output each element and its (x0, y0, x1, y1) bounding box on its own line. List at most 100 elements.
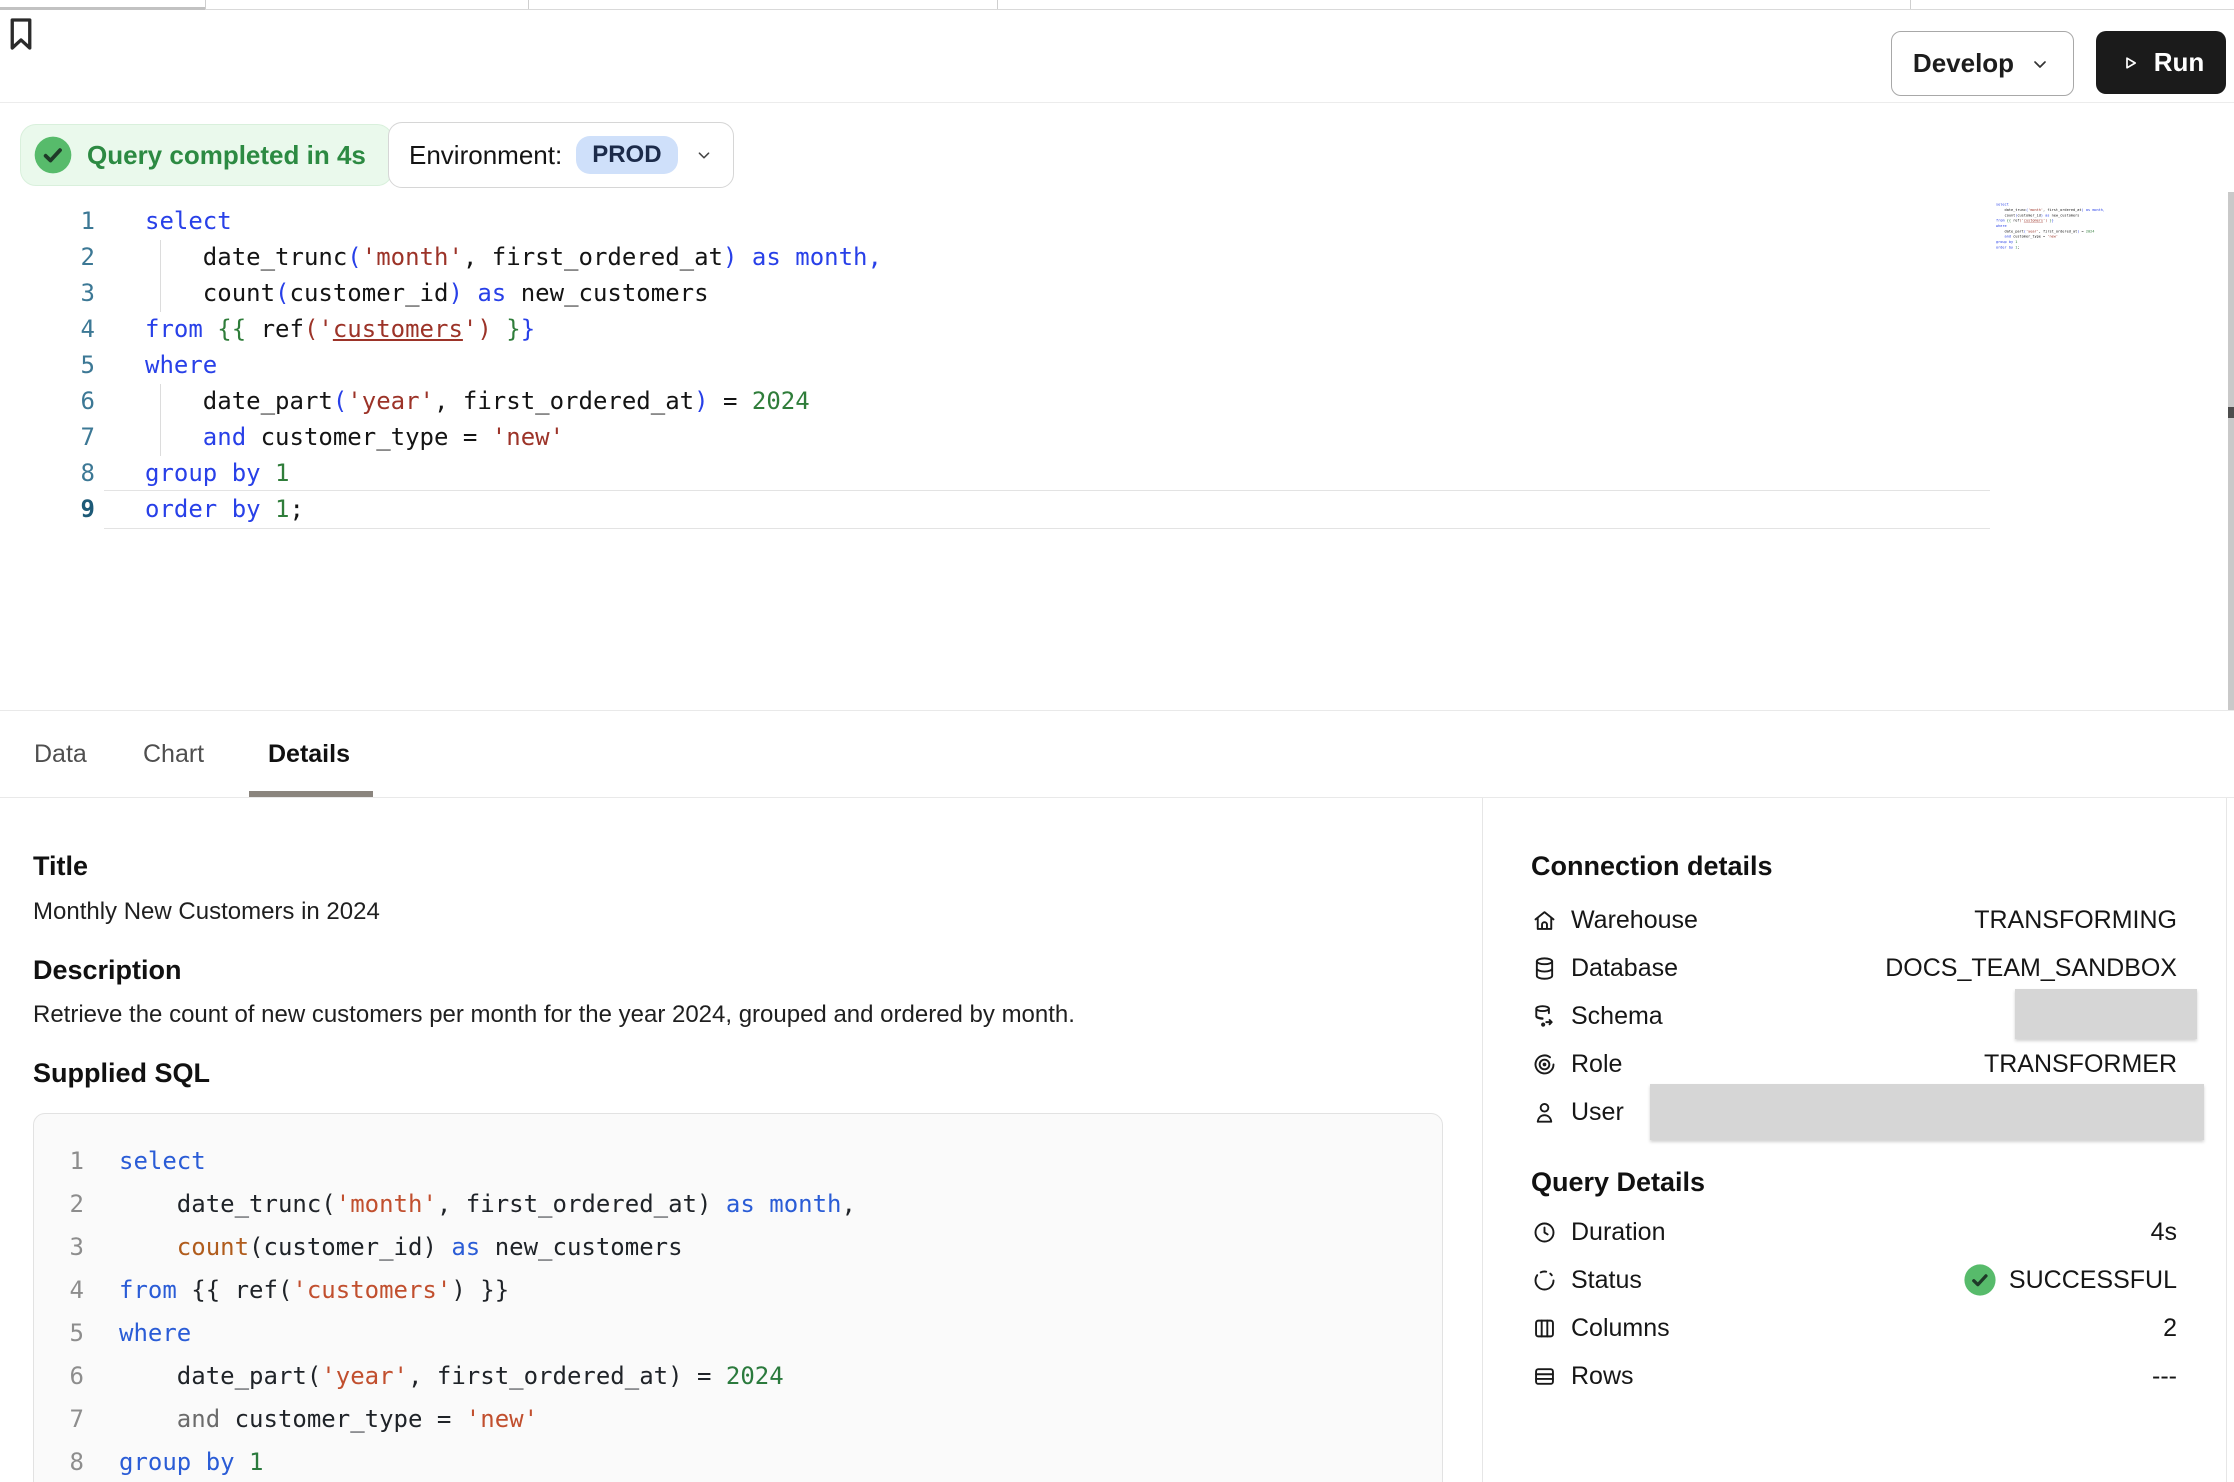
code-token: where (1996, 224, 2007, 228)
duration-icon (1531, 1219, 1558, 1246)
code-token: as month (726, 1190, 842, 1218)
environment-label: Environment: (409, 140, 562, 171)
schema-redacted-value-block (2015, 989, 2197, 1039)
user-redacted-value-block (1650, 1084, 2204, 1140)
code-token: from (119, 1276, 177, 1304)
tab-details[interactable]: Details (268, 711, 350, 797)
code-token: 1 (2015, 240, 2017, 244)
sql-editor[interactable]: 123456789 select date_trunc('month', fir… (0, 200, 2234, 710)
code-token: group by (119, 1448, 235, 1476)
code-token: 'new' (492, 423, 564, 451)
code-token: ( (347, 243, 361, 271)
code-token: 'customers' (292, 1276, 451, 1304)
connection-details-panel: Connection details WarehouseTRANSFORMING… (1482, 798, 2227, 1482)
code-token: customers (2024, 218, 2043, 222)
supplied-sql-heading: Supplied SQL (33, 1058, 210, 1089)
code-token (261, 459, 275, 487)
database-icon (1531, 955, 1558, 982)
code-token (261, 495, 275, 523)
editor-line-number: 8 (0, 455, 95, 491)
develop-dropdown-button[interactable]: Develop (1891, 31, 2074, 96)
supplied-sql-line: 8group by 1 (34, 1441, 1442, 1482)
code-token: {{ (217, 315, 246, 343)
tab-strip-divider (205, 0, 206, 9)
code-token: ; (2017, 245, 2019, 249)
code-token (119, 1233, 177, 1261)
supplied-sql-line: 4from {{ ref('customers') }} (34, 1269, 1442, 1312)
code-token: 'year' (347, 387, 434, 415)
code-token: 'month' (362, 243, 463, 271)
run-button-label: Run (2154, 47, 2205, 78)
bookmark-icon[interactable] (0, 10, 42, 58)
code-token: {{ ref( (177, 1276, 293, 1304)
query-detail-label: Rows (1571, 1362, 1634, 1391)
code-token: 2024 (2086, 229, 2095, 233)
tab-strip-divider (1910, 0, 1911, 9)
editor-scrollbar-thumb[interactable] (2228, 407, 2234, 418)
connection-row-role: Role TRANSFORMER (1531, 1040, 2177, 1088)
query-detail-value: 2 (2163, 1314, 2177, 1343)
query-detail-row-status: Status SUCCESSFUL (1531, 1256, 2177, 1304)
connection-label: Schema (1571, 1002, 1663, 1031)
query-detail-value: SUCCESSFUL (1963, 1263, 2177, 1297)
tab-data[interactable]: Data (34, 711, 87, 797)
code-token: , first_ordered_at (2043, 208, 2081, 212)
code-token (737, 243, 751, 271)
code-token: order by (1996, 245, 2013, 249)
user-icon (1531, 1099, 1558, 1126)
editor-minimap[interactable]: select date_trunc('month', first_ordered… (1996, 202, 2104, 272)
connection-value: TRANSFORMING (1974, 906, 2177, 935)
connection-label: User (1571, 1098, 1624, 1127)
code-token: , first_ordered_at) (437, 1190, 726, 1218)
code-token: date_trunc( (119, 1190, 336, 1218)
connection-details-heading: Connection details (1531, 851, 1773, 882)
query-detail-value-text: SUCCESSFUL (2009, 1266, 2177, 1295)
environment-dropdown[interactable]: Environment: PROD (388, 122, 734, 188)
connection-value-text: TRANSFORMING (1974, 906, 2177, 935)
code-token: , first_ordered_at) = (408, 1362, 726, 1390)
code-token: 'month' (2028, 208, 2043, 212)
supplied-sql-line-number: 6 (34, 1355, 84, 1398)
code-token (1996, 234, 2005, 238)
code-token (203, 315, 217, 343)
environment-value-badge: PROD (576, 136, 677, 174)
schema-icon (1531, 1003, 1558, 1030)
editor-line-number: 4 (0, 311, 95, 347)
code-token: as (451, 1233, 480, 1261)
code-token: 'year' (321, 1362, 408, 1390)
code-token: date_part (145, 387, 333, 415)
code-token: ) (694, 387, 708, 415)
supplied-sql-line: 7 and customer_type = 'new' (34, 1398, 1442, 1441)
code-token: customer_type = (246, 423, 492, 451)
editor-code-line: count(customer_id) as new_customers (145, 275, 882, 311)
run-button[interactable]: Run (2096, 31, 2226, 94)
query-detail-label: Duration (1571, 1218, 1666, 1247)
connection-label: Role (1571, 1050, 1622, 1079)
code-token: 1 (249, 1448, 263, 1476)
editor-line-number: 3 (0, 275, 95, 311)
code-token: count (1996, 213, 2015, 217)
code-token: ) }} (451, 1276, 509, 1304)
editor-scrollbar[interactable] (2228, 192, 2234, 712)
connection-value-text: TRANSFORMER (1984, 1050, 2177, 1079)
code-token: ) (477, 315, 491, 343)
code-token (145, 423, 203, 451)
code-token: ( (304, 315, 318, 343)
connection-row-database: DatabaseDOCS_TEAM_SANDBOX (1531, 944, 2177, 992)
query-detail-label: Status (1571, 1266, 1642, 1295)
supplied-sql-line: 2 date_trunc('month', first_ordered_at) … (34, 1183, 1442, 1226)
supplied-sql-code-block: 1 select 2 date_trunc('month', first_order… (33, 1113, 1443, 1482)
connection-value-text: DOCS_TEAM_SANDBOX (1885, 954, 2177, 983)
supplied-sql-line: 6 date_part('year', first_ordered_at) = … (34, 1355, 1442, 1398)
code-token: customer_id (290, 279, 449, 307)
tab-chart[interactable]: Chart (143, 711, 204, 797)
browser-tab-strip (0, 0, 2234, 10)
code-token: 'month' (336, 1190, 437, 1218)
tab-strip-divider (997, 0, 998, 9)
code-token: , first_ordered_at (2039, 229, 2077, 233)
code-token: , first_ordered_at (434, 387, 694, 415)
check-circle-icon (1963, 1263, 1997, 1297)
code-token: select (119, 1147, 206, 1175)
query-detail-value-text: 2 (2163, 1314, 2177, 1343)
editor-code-line: group by 1 (145, 455, 882, 491)
